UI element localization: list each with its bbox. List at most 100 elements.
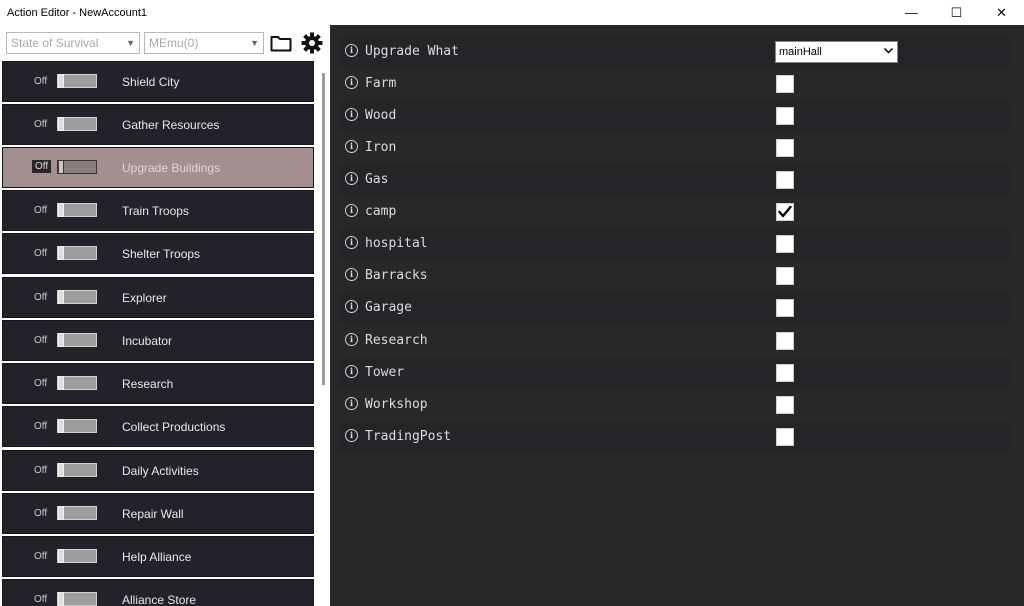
action-label: Collect Productions (122, 420, 226, 434)
toggle-knob (58, 160, 64, 174)
setting-row-farm: i Farm (338, 69, 1010, 99)
info-icon[interactable]: i (345, 397, 358, 410)
emulator-select[interactable]: MEmu(0) ▼ (144, 32, 264, 54)
action-toggle[interactable] (57, 592, 97, 606)
close-button[interactable]: ✕ (979, 0, 1024, 25)
workshop-checkbox[interactable] (776, 396, 794, 414)
action-toggle[interactable] (57, 506, 97, 520)
research-checkbox[interactable] (776, 332, 794, 350)
iron-checkbox[interactable] (776, 139, 794, 157)
info-icon[interactable]: i (345, 300, 358, 313)
hospital-checkbox[interactable] (776, 235, 794, 253)
camp-checkbox[interactable] (776, 203, 794, 221)
toggle-knob (58, 463, 64, 477)
info-icon[interactable]: i (345, 204, 358, 217)
setting-label: Upgrade What (365, 44, 459, 59)
setting-label: Barracks (365, 268, 428, 283)
action-item-incubator[interactable]: Off Incubator (2, 320, 314, 361)
action-label: Gather Resources (122, 118, 220, 132)
window-title: Action Editor - NewAccount1 (7, 6, 148, 19)
action-item-gather-resources[interactable]: Off Gather Resources (2, 104, 314, 145)
scrollbar-thumb[interactable] (322, 73, 325, 385)
action-item-help-alliance[interactable]: Off Help Alliance (2, 536, 314, 577)
info-icon[interactable]: i (345, 76, 358, 89)
setting-row-upgrade-what: i Upgrade What mainHall (338, 37, 1010, 67)
action-item-explorer[interactable]: Off Explorer (2, 277, 314, 318)
action-item-collect-productions[interactable]: Off Collect Productions (2, 406, 314, 447)
upgrade-what-select[interactable]: mainHall (775, 41, 898, 63)
info-icon[interactable]: i (345, 172, 358, 185)
minimize-button[interactable]: — (889, 0, 934, 25)
folder-icon[interactable] (268, 30, 294, 56)
wood-checkbox[interactable] (776, 107, 794, 125)
tower-checkbox[interactable] (776, 364, 794, 382)
action-toggle[interactable] (57, 246, 97, 260)
toggle-knob (58, 549, 64, 563)
setting-label: Workshop (365, 397, 428, 412)
action-toggle[interactable] (57, 549, 97, 563)
upgrade-what-value: mainHall (779, 46, 822, 58)
toggle-state-label: Off (34, 508, 48, 519)
action-item-train-troops[interactable]: Off Train Troops (2, 190, 314, 231)
info-icon[interactable]: i (345, 429, 358, 442)
maximize-button[interactable]: ☐ (934, 0, 979, 25)
action-toggle[interactable] (57, 463, 97, 477)
toggle-knob (58, 117, 64, 131)
setting-label: Gas (365, 172, 389, 187)
gear-icon[interactable] (299, 30, 325, 56)
setting-label: hospital (365, 236, 428, 251)
action-item-shield-city[interactable]: Off Shield City (2, 61, 314, 102)
action-item-daily-activities[interactable]: Off Daily Activities (2, 450, 314, 491)
info-icon[interactable]: i (345, 108, 358, 121)
toggle-state-label: Off (32, 160, 52, 173)
toggle-knob (58, 74, 64, 88)
farm-checkbox[interactable] (776, 75, 794, 93)
action-item-upgrade-buildings[interactable]: Off Upgrade Buildings (2, 147, 314, 188)
action-label: Explorer (122, 291, 167, 305)
action-item-alliance-store[interactable]: Off Alliance Store (2, 579, 314, 606)
action-item-research[interactable]: Off Research (2, 363, 314, 404)
info-icon[interactable]: i (345, 44, 358, 57)
list-scrollbar[interactable] (318, 61, 330, 606)
action-toggle[interactable] (57, 333, 97, 347)
garage-checkbox[interactable] (776, 299, 794, 317)
info-icon[interactable]: i (345, 268, 358, 281)
action-item-repair-wall[interactable]: Off Repair Wall (2, 493, 314, 534)
info-icon[interactable]: i (345, 333, 358, 346)
chevron-down-icon (884, 48, 893, 54)
tradingpost-checkbox[interactable] (776, 428, 794, 446)
toggle-state-label: Off (34, 76, 48, 87)
action-label: Shelter Troops (122, 247, 201, 261)
action-label: Incubator (122, 334, 173, 348)
info-icon[interactable]: i (345, 140, 358, 153)
gas-checkbox[interactable] (776, 171, 794, 189)
action-label: Repair Wall (122, 507, 184, 521)
toggle-knob (58, 376, 64, 390)
setting-row-wood: i Wood (338, 101, 1010, 131)
setting-row-gas: i Gas (338, 165, 1010, 195)
toggle-state-label: Off (34, 594, 48, 605)
setting-label: Tower (365, 365, 405, 380)
setting-row-hospital: i hospital (338, 229, 1010, 259)
info-icon[interactable]: i (345, 365, 358, 378)
setting-row-tower: i Tower (338, 358, 1010, 388)
toolbar: State of Survival ▼ MEmu(0) ▼ (0, 25, 330, 61)
action-toggle[interactable] (57, 160, 97, 174)
action-label: Train Troops (122, 204, 189, 218)
setting-label: Farm (365, 76, 397, 91)
game-select[interactable]: State of Survival ▼ (6, 32, 140, 54)
action-toggle[interactable] (57, 74, 97, 88)
info-icon[interactable]: i (345, 236, 358, 249)
action-toggle[interactable] (57, 203, 97, 217)
action-item-shelter-troops[interactable]: Off Shelter Troops (2, 233, 314, 274)
toggle-state-label: Off (34, 335, 48, 346)
action-toggle[interactable] (57, 117, 97, 131)
game-select-value: State of Survival (11, 36, 99, 50)
barracks-checkbox[interactable] (776, 267, 794, 285)
action-toggle[interactable] (57, 290, 97, 304)
action-toggle[interactable] (57, 376, 97, 390)
setting-label: Iron (365, 140, 397, 155)
action-toggle[interactable] (57, 419, 97, 433)
action-label: Research (122, 377, 174, 391)
setting-label: Wood (365, 108, 397, 123)
